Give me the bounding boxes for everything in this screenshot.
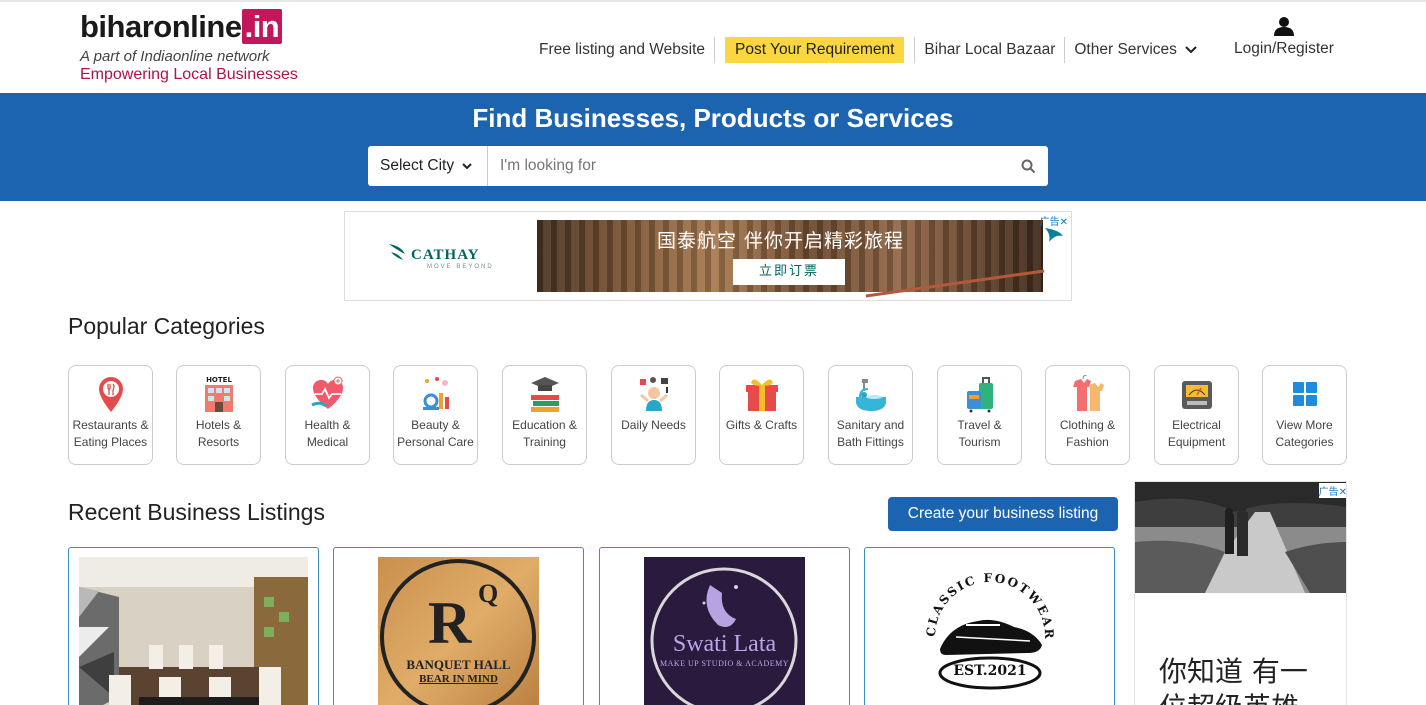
- logo-q: Q: [478, 579, 499, 608]
- other-services-label: Other Services: [1074, 41, 1177, 58]
- footwear-logo-art: CLASSIC FOOTWEAR: [924, 571, 1054, 690]
- ad-brand: CATHAY: [411, 247, 480, 263]
- logo-r: R: [428, 590, 472, 656]
- grid-icon: [1292, 382, 1317, 406]
- listing-card[interactable]: CLASSIC FOOTWEAR EST.2021: [864, 547, 1115, 705]
- category-restaurants[interactable]: Restaurants & Eating Places: [68, 365, 153, 465]
- cathay-logo-icon: [389, 244, 405, 260]
- login-label: Login/Register: [1234, 40, 1334, 57]
- category-health[interactable]: Health & Medical: [285, 365, 370, 465]
- category-travel[interactable]: Travel & Tourism: [937, 365, 1022, 465]
- listing-card[interactable]: [68, 547, 319, 705]
- listing-card[interactable]: Swati Lata MAKE UP STUDIO & ACADEMY: [599, 547, 850, 705]
- restaurant-pin-icon: [98, 377, 123, 412]
- search-title: Find Businesses, Products or Services: [472, 103, 954, 133]
- category-label: Sanitary and Bath Fittings: [836, 418, 905, 449]
- side-ad-text: 你知道 有一 位超级英雄: [1159, 654, 1308, 705]
- logo-line1: Swati Lata: [672, 631, 777, 657]
- create-listing-button[interactable]: Create your business listing: [888, 497, 1118, 531]
- search-band: Find Businesses, Products or Services Se…: [0, 93, 1426, 201]
- category-beauty[interactable]: Beauty & Personal Care: [393, 365, 478, 465]
- category-label: Restaurants & Eating Places: [72, 418, 149, 449]
- category-electrical[interactable]: Electrical Equipment: [1154, 365, 1239, 465]
- logo-tld: .in: [241, 9, 283, 44]
- nav-free-listing[interactable]: Free listing and Website: [530, 37, 715, 63]
- ad-banner[interactable]: CATHAY MOVE BEYOND 国泰航空 伴你开启精彩旅程 立即订票 广告…: [344, 211, 1072, 301]
- category-label: Electrical Equipment: [1167, 418, 1226, 449]
- top-divider: [0, 0, 1426, 2]
- graduation-books-icon: [530, 377, 559, 412]
- category-education[interactable]: Education & Training: [502, 365, 587, 465]
- nav-local-bazaar[interactable]: Bihar Local Bazaar: [914, 37, 1066, 63]
- side-ad-line1: 你知道 有一: [1159, 655, 1308, 688]
- bathtub-icon: [855, 379, 886, 411]
- login-register-link[interactable]: Login/Register: [1232, 16, 1336, 58]
- search-input[interactable]: [488, 147, 1008, 185]
- ad-choices-badge[interactable]: 广告✕: [1040, 213, 1068, 228]
- category-view-more[interactable]: View More Categories: [1262, 365, 1347, 465]
- ad-cta-button[interactable]: 立即订票: [733, 259, 845, 285]
- category-label: View More Categories: [1275, 418, 1334, 449]
- recent-listings-title: Recent Business Listings: [68, 499, 325, 525]
- site-logo[interactable]: biharonline.in A part of Indiaonline net…: [80, 9, 298, 84]
- chevron-down-icon: [1185, 46, 1197, 54]
- logo-tagline: Empowering Local Businesses: [80, 66, 298, 83]
- category-gifts[interactable]: Gifts & Crafts: [719, 365, 804, 465]
- category-hotels[interactable]: HOTEL Hotels & Resorts: [176, 365, 261, 465]
- svg-text:HOTEL: HOTEL: [206, 376, 232, 384]
- ad-headline: 国泰航空 伴你开启精彩旅程: [657, 230, 905, 252]
- classic-footwear-logo: CLASSIC FOOTWEAR EST.2021: [910, 557, 1070, 705]
- city-select[interactable]: Select City: [368, 146, 488, 186]
- category-daily-needs[interactable]: Daily Needs: [611, 365, 696, 465]
- category-label: Education & Training: [512, 418, 577, 449]
- ad-arrow-icon: [1045, 228, 1063, 242]
- side-ad-road-image: [1135, 482, 1346, 593]
- user-icon: [1274, 17, 1294, 36]
- restaurant-interior-image: [79, 557, 308, 705]
- logo-subtitle: A part of Indiaonline network: [80, 48, 270, 65]
- side-ad-badge[interactable]: 广告✕: [1318, 483, 1346, 498]
- category-label: Health & Medical: [304, 418, 351, 449]
- category-label: Gifts & Crafts: [725, 418, 798, 432]
- logo-line1: BANQUET HALL: [406, 657, 511, 672]
- popular-categories-title: Popular Categories: [68, 313, 265, 339]
- daily-needs-icon: [639, 377, 668, 411]
- nav-other-services[interactable]: Other Services: [1065, 37, 1206, 63]
- city-select-label: Select City: [380, 157, 455, 174]
- side-ad[interactable]: 广告✕ 你知道 有一 位超级英雄: [1134, 481, 1347, 705]
- gift-icon: [745, 379, 778, 411]
- category-label: Travel & Tourism: [957, 418, 1002, 449]
- beauty-icon: [422, 377, 449, 410]
- swati-lata-logo: Swati Lata MAKE UP STUDIO & ACADEMY: [644, 557, 805, 705]
- category-label: Daily Needs: [621, 418, 686, 432]
- ad-brand-sub: MOVE BEYOND: [427, 264, 494, 270]
- category-sanitary[interactable]: Sanitary and Bath Fittings: [828, 365, 913, 465]
- rq-banquet-logo: R Q BANQUET HALL BEAR IN MIND: [378, 557, 539, 705]
- hotel-icon: HOTEL: [203, 375, 234, 412]
- side-ad-photo: 广告✕: [1135, 482, 1346, 593]
- search-button[interactable]: [1008, 159, 1048, 174]
- logo-name: biharonline: [80, 9, 242, 44]
- logo-text: biharonline.in: [80, 9, 298, 44]
- post-requirement-button[interactable]: Post Your Requirement: [725, 37, 905, 63]
- category-clothing[interactable]: Clothing & Fashion: [1045, 365, 1130, 465]
- category-label: Beauty & Personal Care: [397, 418, 474, 449]
- listing-card[interactable]: R Q BANQUET HALL BEAR IN MIND: [333, 547, 584, 705]
- heart-health-icon: [310, 376, 343, 409]
- logo-est: EST.2021: [953, 663, 1027, 679]
- search-bar: Select City: [368, 146, 1048, 186]
- category-label: Hotels & Resorts: [195, 418, 242, 449]
- electrical-meter-icon: [1181, 381, 1212, 409]
- clothing-icon: [1072, 375, 1104, 411]
- chevron-down-icon: [462, 162, 472, 169]
- logo-line2: MAKE UP STUDIO & ACADEMY: [659, 659, 790, 668]
- logo-line2: BEAR IN MIND: [419, 673, 498, 685]
- top-nav: Free listing and Website Post Your Requi…: [530, 36, 1206, 64]
- search-icon: [1021, 159, 1035, 173]
- side-ad-line2: 位超级英雄: [1159, 690, 1308, 705]
- category-label: Clothing & Fashion: [1059, 418, 1116, 449]
- luggage-icon: [966, 377, 993, 413]
